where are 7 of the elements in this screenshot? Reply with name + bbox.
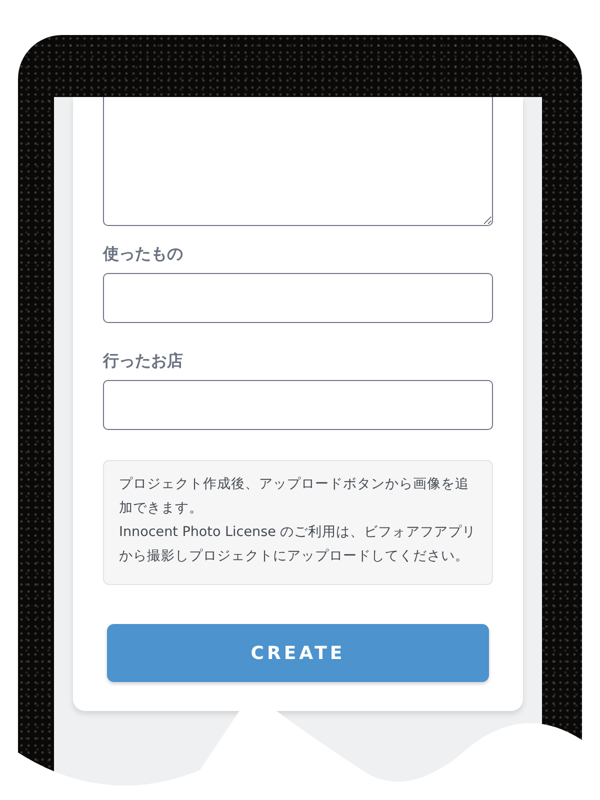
input-field[interactable] (103, 273, 493, 323)
notice-text: プロジェクト作成後、アップロードボタンから画像を追加できます。 (119, 475, 470, 518)
create-button[interactable]: CREATE (107, 624, 489, 682)
input-field[interactable] (103, 380, 493, 430)
field-label: 行ったお店 (103, 351, 184, 372)
notice-text: Innocent Photo License のご利用は、ビフォアフアプリから撮影しプロジェクトにアップロードしてください。 (119, 523, 478, 566)
field-label: 使ったもの (103, 244, 184, 265)
